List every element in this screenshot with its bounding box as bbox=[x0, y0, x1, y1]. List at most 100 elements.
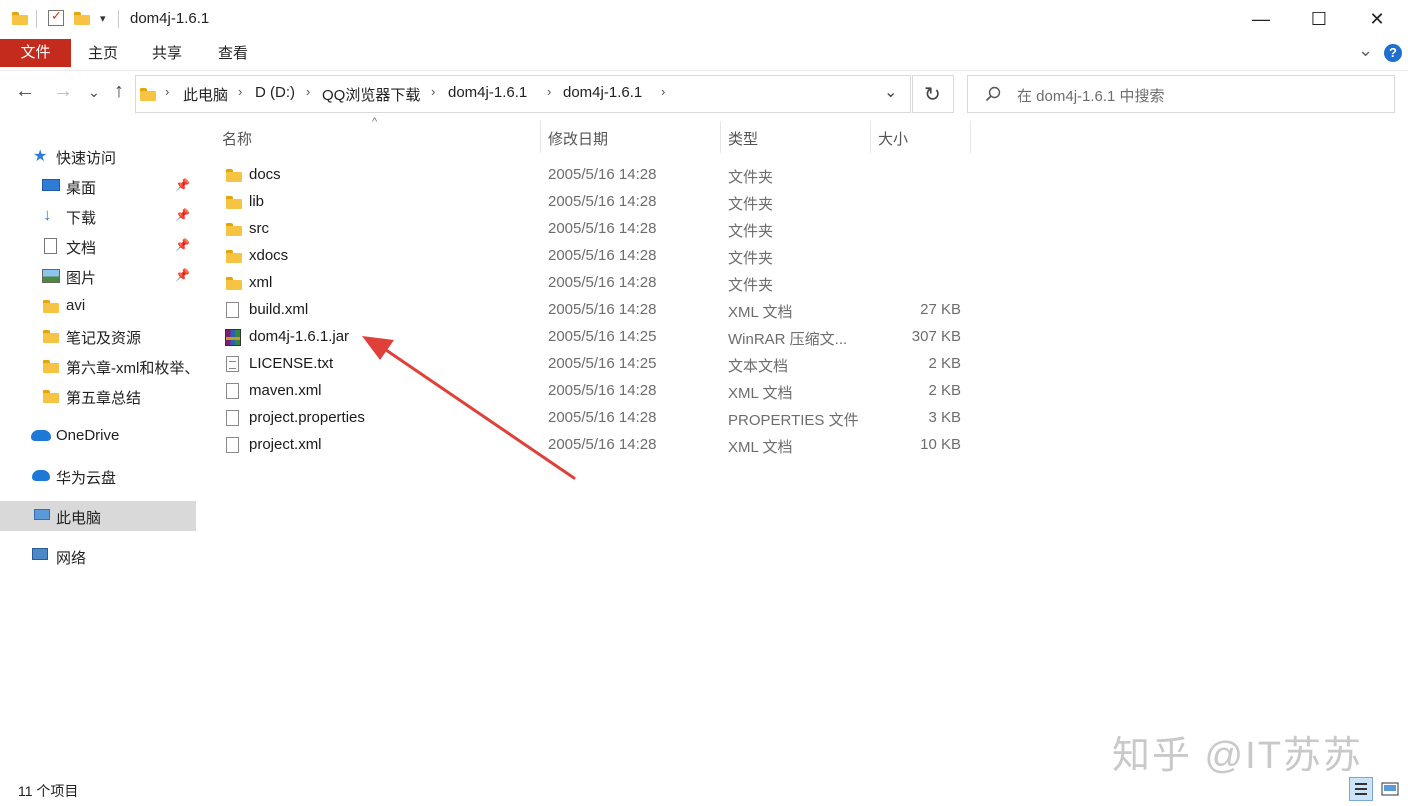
address-dropdown-icon[interactable]: ⌄ bbox=[884, 82, 897, 102]
item-size: 2 KB bbox=[928, 382, 961, 399]
breadcrumb-separator[interactable]: › bbox=[238, 84, 242, 99]
folder-icon bbox=[12, 12, 28, 25]
folder-icon bbox=[226, 196, 242, 209]
sidebar-item-label: avi bbox=[66, 297, 86, 314]
breadcrumb-separator[interactable]: › bbox=[661, 84, 665, 99]
text-file-icon bbox=[226, 356, 239, 372]
sidebar-item-chapter-five[interactable]: 第五章总结 bbox=[0, 381, 196, 411]
minimize-button[interactable]: — bbox=[1232, 0, 1290, 38]
breadcrumb-dom4j-current[interactable]: dom4j-1.6.1 bbox=[563, 84, 642, 101]
list-item[interactable]: maven.xml 2005/5/16 14:28 XML 文档 2 KB bbox=[222, 378, 972, 405]
column-header-size[interactable]: 大小 bbox=[878, 128, 908, 149]
sidebar-item-downloads[interactable]: ↓ 下载 📌 bbox=[0, 201, 196, 231]
sort-ascending-icon: ^ bbox=[372, 116, 378, 128]
list-item[interactable]: xml 2005/5/16 14:28 文件夹 bbox=[222, 270, 972, 297]
breadcrumb-drive-d[interactable]: D (D:) bbox=[255, 84, 295, 101]
breadcrumb-separator[interactable]: › bbox=[547, 84, 551, 99]
item-type: 文件夹 bbox=[728, 250, 774, 267]
item-date: 2005/5/16 14:28 bbox=[548, 274, 657, 291]
sidebar-item-network[interactable]: 网络 bbox=[0, 541, 196, 571]
list-item[interactable]: lib 2005/5/16 14:28 文件夹 bbox=[222, 189, 972, 216]
sidebar-item-label: 快速访问 bbox=[56, 150, 117, 167]
title-bar: ✓ ▾ dom4j-1.6.1 — ☐ ✕ bbox=[0, 0, 1408, 38]
list-item[interactable]: project.xml 2005/5/16 14:28 XML 文档 10 KB bbox=[222, 432, 972, 459]
sidebar-item-avi[interactable]: avi bbox=[0, 291, 196, 321]
annotation-arrow bbox=[362, 336, 576, 480]
cloud-icon bbox=[31, 430, 51, 441]
pin-icon: 📌 bbox=[175, 178, 190, 192]
up-button[interactable]: ↑ bbox=[107, 80, 131, 103]
pin-icon: 📌 bbox=[175, 268, 190, 282]
list-item[interactable]: src 2005/5/16 14:28 文件夹 bbox=[222, 216, 972, 243]
refresh-icon[interactable]: ↻ bbox=[924, 82, 941, 107]
tab-share[interactable]: 共享 bbox=[144, 41, 190, 67]
folder-icon bbox=[226, 277, 242, 290]
column-header-type[interactable]: 类型 bbox=[728, 128, 758, 149]
cloud-icon bbox=[32, 470, 50, 481]
sidebar-item-notes-resources[interactable]: 笔记及资源 bbox=[0, 321, 196, 351]
column-header-date[interactable]: 修改日期 bbox=[548, 128, 608, 149]
expand-ribbon-icon[interactable]: ⌄ bbox=[1358, 40, 1373, 61]
tab-home[interactable]: 主页 bbox=[80, 41, 126, 67]
item-date: 2005/5/16 14:28 bbox=[548, 193, 657, 210]
back-button[interactable]: ← bbox=[13, 80, 37, 103]
close-button[interactable]: ✕ bbox=[1348, 0, 1406, 38]
tab-view[interactable]: 查看 bbox=[210, 41, 256, 67]
sidebar-item-this-pc[interactable]: 此电脑 bbox=[0, 501, 196, 531]
sidebar-item-chapter-six[interactable]: 第六章-xml和枚举、 bbox=[0, 351, 196, 381]
large-icons-view-icon bbox=[1381, 782, 1399, 796]
tab-file[interactable]: 文件 bbox=[0, 39, 71, 67]
list-item[interactable]: xdocs 2005/5/16 14:28 文件夹 bbox=[222, 243, 972, 270]
details-view-button[interactable] bbox=[1349, 777, 1373, 801]
item-date: 2005/5/16 14:28 bbox=[548, 301, 657, 318]
file-icon bbox=[226, 410, 239, 426]
star-icon: ★ bbox=[33, 148, 48, 165]
sidebar-item-onedrive[interactable]: OneDrive bbox=[0, 421, 196, 451]
item-type: 文件夹 bbox=[728, 277, 774, 294]
breadcrumb-separator[interactable]: › bbox=[165, 84, 169, 99]
breadcrumb-separator[interactable]: › bbox=[431, 84, 435, 99]
sidebar-item-huawei-cloud[interactable]: 华为云盘 bbox=[0, 461, 196, 491]
recent-locations-button[interactable]: ⌄ bbox=[82, 84, 106, 101]
list-item[interactable]: build.xml 2005/5/16 14:28 XML 文档 27 KB bbox=[222, 297, 972, 324]
item-date: 2005/5/16 14:28 bbox=[548, 247, 657, 264]
folder-icon bbox=[43, 360, 59, 373]
item-name: src bbox=[249, 220, 269, 237]
list-item[interactable]: LICENSE.txt 2005/5/16 14:25 文本文档 2 KB bbox=[222, 351, 972, 378]
sidebar-item-label: 笔记及资源 bbox=[66, 330, 142, 347]
item-date: 2005/5/16 14:28 bbox=[548, 166, 657, 183]
breadcrumb-qq-downloads[interactable]: QQ浏览器下载 bbox=[322, 84, 420, 105]
sidebar-item-pictures[interactable]: 图片 📌 bbox=[0, 261, 196, 291]
sidebar-item-quick-access[interactable]: ★ 快速访问 bbox=[0, 141, 196, 171]
properties-checkmark-icon[interactable]: ✓ bbox=[48, 8, 64, 26]
new-folder-icon[interactable] bbox=[74, 12, 90, 25]
item-type: XML 文档 bbox=[728, 439, 793, 456]
column-header-name[interactable]: 名称 bbox=[222, 128, 252, 149]
item-name: lib bbox=[249, 193, 265, 210]
customize-quick-access-icon[interactable]: ▾ bbox=[100, 12, 106, 25]
sidebar-item-desktop[interactable]: 桌面 📌 bbox=[0, 171, 196, 201]
item-type: 文件夹 bbox=[728, 169, 774, 186]
search-input[interactable]: 在 dom4j-1.6.1 中搜索 bbox=[1017, 85, 1165, 106]
large-icons-view-button[interactable] bbox=[1378, 777, 1402, 801]
list-item[interactable]: project.properties 2005/5/16 14:28 PROPE… bbox=[222, 405, 972, 432]
folder-icon bbox=[226, 223, 242, 236]
breadcrumb-this-pc[interactable]: 此电脑 bbox=[183, 84, 228, 105]
list-item[interactable]: docs 2005/5/16 14:28 文件夹 bbox=[222, 162, 972, 189]
sidebar-item-documents[interactable]: 文档 📌 bbox=[0, 231, 196, 261]
ribbon-tabs: 文件 主页 共享 查看 ⌄ ? bbox=[0, 38, 1408, 70]
breadcrumb-dom4j-parent[interactable]: dom4j-1.6.1 bbox=[448, 84, 527, 101]
breadcrumb-separator[interactable]: › bbox=[306, 84, 310, 99]
details-view-icon bbox=[1355, 783, 1367, 795]
file-icon bbox=[226, 437, 239, 453]
list-item[interactable]: dom4j-1.6.1.jar 2005/5/16 14:25 WinRAR 压… bbox=[222, 324, 972, 351]
help-icon[interactable]: ? bbox=[1384, 44, 1402, 62]
window-title: dom4j-1.6.1 bbox=[130, 10, 210, 27]
pin-icon: 📌 bbox=[175, 238, 190, 252]
forward-button[interactable]: → bbox=[51, 80, 75, 103]
document-icon bbox=[44, 238, 57, 254]
folder-icon bbox=[226, 169, 242, 182]
winrar-archive-icon bbox=[225, 329, 241, 346]
maximize-button[interactable]: ☐ bbox=[1290, 0, 1348, 38]
sidebar-item-label: 网络 bbox=[56, 550, 87, 567]
